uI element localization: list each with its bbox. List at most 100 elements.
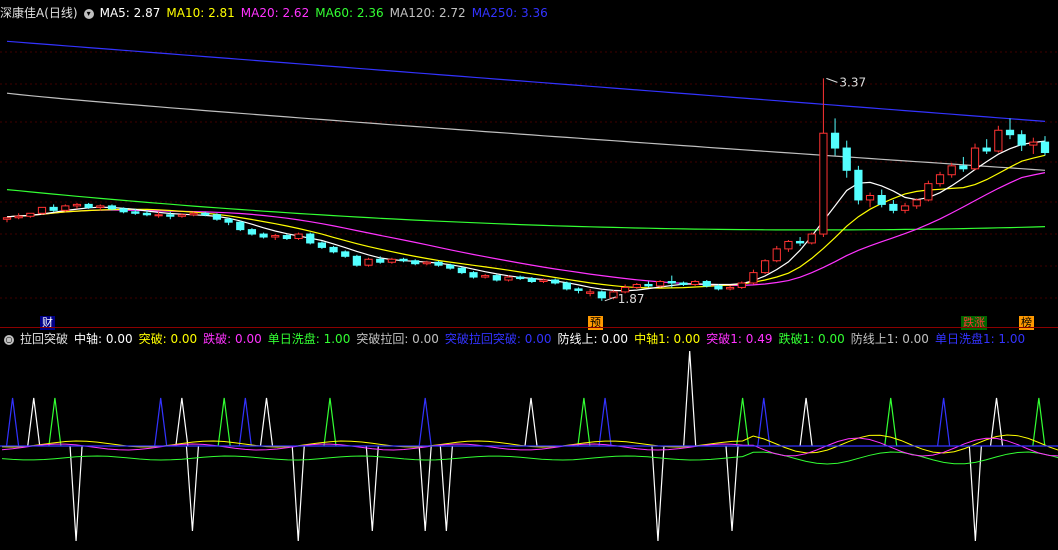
candle [690,281,700,285]
candle [527,278,536,283]
indicator-label: 突破1: 0.49 [706,332,773,346]
signal-spike-up [323,397,337,447]
high-pointer [826,77,838,83]
candlestick-chart: 3.37 1.87 [0,40,1058,306]
candle [247,229,257,235]
candle [96,205,105,208]
signal-spike-up [598,397,612,447]
candle [131,211,140,214]
candle [492,275,501,281]
candle [737,282,746,288]
candle [2,217,12,220]
ma10-line [6,154,1046,289]
candle [387,258,396,263]
signal-spike-up [799,397,813,447]
candle [714,285,723,290]
signal-spike-up [1032,397,1046,447]
signal-spike-down [69,445,83,542]
signal-spike-down [968,445,982,542]
candle [725,286,735,290]
candle [504,276,513,281]
high-price-label: 3.37 [839,75,866,89]
indicator-magenta-line [1,437,1058,457]
candle [795,240,805,244]
candle [107,205,117,210]
ma-label: MA60: 2.36 [315,6,384,20]
candle [562,282,571,290]
candle [317,242,327,248]
signal-spike-down [651,445,665,542]
indicator-chart [0,350,1058,542]
candle [644,283,653,287]
candle [551,279,560,284]
signal-spike-up [5,397,20,447]
candle [982,147,991,152]
candle [1005,129,1015,136]
indicator-label: 防线上: 0.00 [557,332,629,346]
candle [84,203,93,208]
ma250-line [6,40,1046,122]
candle [49,206,58,211]
indicator-label: 单日洗盘: 1.00 [267,332,351,346]
candle [481,275,490,278]
candle [14,215,23,219]
indicator-label: 突破拉回: 0.00 [356,332,439,346]
candle [819,132,828,235]
indicator-label: 中轴: 0.00 [74,332,133,346]
candle [446,264,455,269]
dropdown-icon[interactable]: ▾ [83,8,94,19]
signal-spike-up [259,397,274,447]
panel-separator [0,327,1058,328]
indicator-label: 突破拉回突破: 0.00 [444,332,552,346]
candle [399,258,408,262]
low-price-label: 1.87 [618,292,645,306]
candle [177,214,187,217]
signal-spike-up [217,397,231,447]
candle [1040,141,1050,153]
signal-spike-up [27,397,41,447]
candle [166,214,175,217]
candle [142,212,152,216]
candle [667,281,676,284]
chart-period: (日线) [44,6,78,20]
signal-spike-down [418,445,432,532]
indicator-label: 跌破: 0.00 [203,332,262,346]
indicator-labels: 中轴: 0.00 突破: 0.00 跌破: 0.00 单日洗盘: 1.00 突破拉回: … [74,332,1031,346]
ma120-line [6,92,1046,171]
candle [854,169,863,201]
candle [469,272,478,278]
candle [376,258,385,263]
candle [830,132,840,149]
candle [970,147,980,170]
candle [947,165,956,176]
candle [294,233,303,240]
candle [772,248,781,262]
candle [1017,134,1026,146]
candle [807,233,816,244]
candle [422,261,431,265]
candle [329,246,338,253]
candle [224,218,233,223]
candle [749,272,758,284]
candle [632,283,641,288]
candle [912,199,921,207]
candle [364,258,373,266]
candle [434,261,443,266]
signal-spike-up [238,397,252,447]
signal-spike-up [683,350,697,447]
signal-spike-down [725,445,739,532]
candle [411,260,420,265]
price-legend: 深康佳A(日线) ▾ MA5: 2.87 MA10: 2.81 MA20: 2.62 MA… [0,3,560,23]
indicator-label: 跌破1: 0.00 [778,332,845,346]
candle [586,291,595,294]
indicator-label: 防线上1: 0.00 [850,332,929,346]
candle [189,212,198,216]
indicator-toggle-icon[interactable]: ○ [4,334,14,345]
signal-spike-up [175,397,189,447]
candle [539,279,548,283]
signal-spike-up [418,397,432,447]
candle [259,233,268,238]
signal-spike-up [154,397,168,447]
signal-spike-up [577,397,591,447]
ma-label: MA10: 2.81 [166,6,235,20]
